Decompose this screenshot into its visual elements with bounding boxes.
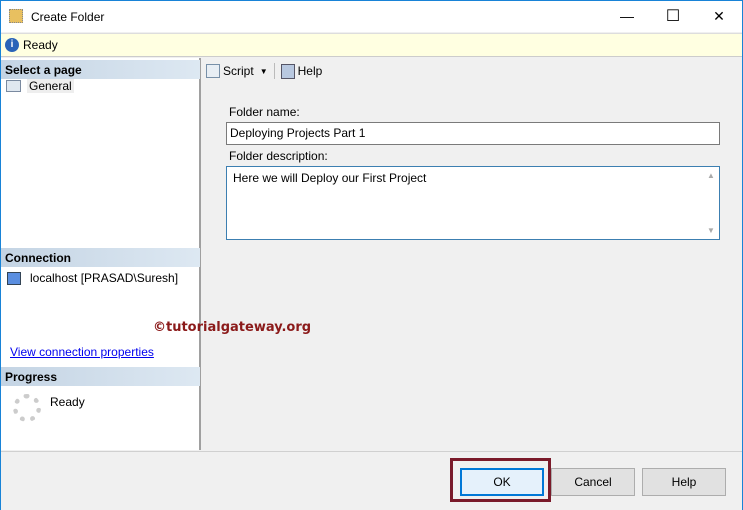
- folder-name-input[interactable]: Deploying Projects Part 1: [226, 122, 720, 145]
- create-folder-dialog: Create Folder — ☐ ✕ i Ready Select a pag…: [0, 0, 743, 510]
- help-icon: [280, 63, 295, 79]
- close-button[interactable]: ✕: [696, 1, 742, 31]
- help-label: Help: [297, 64, 323, 78]
- script-button[interactable]: Script ▼: [206, 64, 268, 78]
- server-icon: [7, 271, 21, 285]
- progress-header: Progress: [1, 367, 200, 386]
- help-button[interactable]: Help: [280, 63, 323, 79]
- minimize-button[interactable]: —: [604, 1, 650, 31]
- connection-header: Connection: [1, 248, 200, 267]
- script-icon: [206, 64, 220, 78]
- status-bar: i Ready: [1, 33, 742, 57]
- folder-description-textarea[interactable]: Here we will Deploy our First Project ▲ ▼: [226, 166, 720, 240]
- scrollbar[interactable]: ▲ ▼: [707, 171, 717, 235]
- sidebar-item-general[interactable]: General: [6, 79, 74, 93]
- title-bar: Create Folder — ☐ ✕: [1, 1, 742, 32]
- sidebar-item-label: General: [27, 79, 74, 93]
- folder-icon: [9, 9, 23, 23]
- main-panel: Script ▼ Help Folder name: Deploying Pro…: [153, 58, 742, 450]
- cancel-button[interactable]: Cancel: [551, 468, 635, 496]
- folder-name-label: Folder name:: [229, 105, 300, 119]
- help-dialog-button[interactable]: Help: [642, 468, 726, 496]
- status-text: Ready: [23, 38, 58, 52]
- ok-button[interactable]: OK: [460, 468, 544, 496]
- progress-spinner-icon: [13, 394, 41, 422]
- sidebar: Select a page General Connection localho…: [1, 58, 201, 450]
- watermark: ©tutorialgateway.org: [153, 320, 312, 335]
- maximize-button[interactable]: ☐: [650, 1, 696, 31]
- dialog-footer: OK Cancel Help: [1, 451, 742, 510]
- folder-description-label: Folder description:: [229, 149, 328, 163]
- script-label: Script: [223, 64, 254, 78]
- folder-description-text: Here we will Deploy our First Project: [233, 171, 427, 185]
- view-connection-properties-link[interactable]: View connection properties: [10, 345, 154, 359]
- connection-info: localhost [PRASAD\Suresh]: [7, 271, 178, 285]
- select-page-header: Select a page: [1, 60, 200, 79]
- chevron-down-icon[interactable]: ▼: [260, 67, 268, 76]
- toolbar-divider: [273, 63, 275, 79]
- general-page-icon: [6, 80, 21, 92]
- connection-text: localhost [PRASAD\Suresh]: [30, 271, 179, 285]
- progress-text: Ready: [50, 395, 85, 409]
- window-title: Create Folder: [31, 9, 105, 24]
- info-icon: i: [5, 38, 19, 52]
